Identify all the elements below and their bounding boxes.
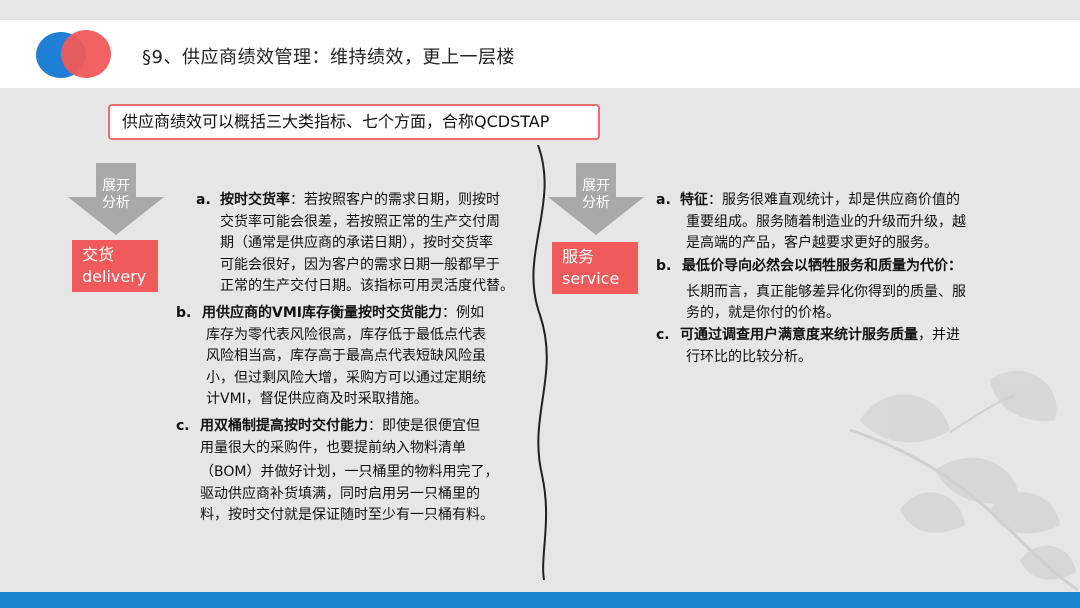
item-label: c. — [176, 418, 190, 434]
item-line: 正常的生产交付日期。该指标可用灵活度代替。 — [220, 278, 514, 294]
item-line: 风险相当高，库存高于最高点代表短缺风险虽 — [206, 348, 486, 364]
arrow-text-line-2: 分析 — [102, 195, 130, 211]
item-line: 是高端的产品，客户越要求更好的服务。 — [686, 235, 938, 251]
arrow-text-line-1: 展开 — [582, 178, 610, 194]
item-line: 可能会很好，因为客户的需求日期一般都早于 — [220, 256, 500, 273]
service-item-b: b. 最低价导向必然会以牺牲服务和质量为代价： 长期而言，真正能够差异化你得到的… — [656, 256, 1016, 325]
tag-service: 服务 service — [552, 242, 638, 294]
item-line: 交货率可能会很差，若按照正常的生产交付周 — [220, 213, 500, 230]
item-label: b. — [656, 258, 672, 274]
expand-analysis-left-text: 展开 分析 — [96, 178, 136, 212]
logo-circle-red — [61, 30, 111, 78]
top-band — [0, 0, 1080, 20]
tag-line-1: 交货 — [82, 245, 115, 264]
item-line: 按时交货率：若按照客户的需求日期，则按时 — [220, 192, 500, 208]
item-line: 库存为零代表风险很高，库存低于最低点代表 — [206, 326, 486, 343]
item-line: 最低价导向必然会以牺牲服务和质量为代价： — [682, 258, 962, 274]
arrow-text-line-2: 分析 — [582, 195, 610, 211]
item-line: 小，但过剩风险大增，采购方可以通过定期统 — [206, 369, 486, 386]
service-item-a: a. 特征：服务很难直观统计，却是供应商价值的 重要组成。服务随着制造业的升级而… — [656, 190, 1016, 255]
item-line: 务的，就是你付的价格。 — [686, 305, 840, 321]
item-label: a. — [196, 192, 211, 208]
delivery-item-a: a. 按时交货率：若按照客户的需求日期，则按时 交货率可能会很差，若按照正常的生… — [196, 190, 536, 298]
tag-line-1: 服务 — [562, 247, 595, 266]
item-line: （BOM）并做好计划，一只桶里的物料用完了， — [200, 464, 499, 480]
item-label: b. — [176, 305, 192, 321]
item-label: c. — [656, 327, 670, 343]
item-line: 长期而言，真正能够差异化你得到的质量、服 — [686, 283, 966, 300]
item-line: 期（通常是供应商的承诺日期），按时交货率 — [220, 235, 493, 251]
bottom-bar — [0, 592, 1080, 608]
delivery-item-b: b. 用供应商的VMI库存衡量按时交货能力：例如 库存为零代表风险很高，库存低于… — [176, 303, 536, 411]
expand-analysis-right-text: 展开 分析 — [576, 178, 616, 212]
decorative-leaf-icon — [849, 370, 1079, 592]
tag-delivery: 交货 delivery — [72, 240, 158, 292]
slide-title: §9、供应商绩效管理：维持绩效，更上一层楼 — [142, 47, 515, 68]
tag-line-2: service — [562, 269, 620, 288]
arrow-text-line-1: 展开 — [102, 178, 130, 194]
item-line: 计VMI，督促供应商及时采取措施。 — [206, 391, 428, 407]
item-line: 重要组成。服务随着制造业的升级而升级，越 — [686, 213, 966, 230]
delivery-item-c: c. 用双桶制提高按时交付能力：即使是很便宜但 用量很大的采购件，也要提前纳入物… — [176, 416, 538, 527]
item-line: 料，按时交付就是保证随时至少有一只桶有料。 — [200, 507, 494, 523]
item-line: 驱动供应商补货填满，同时启用另一只桶里的 — [200, 485, 480, 502]
item-line: 用供应商的VMI库存衡量按时交货能力：例如 — [202, 305, 484, 321]
item-label: a. — [656, 192, 671, 208]
item-line: 用双桶制提高按时交付能力：即使是很便宜但 — [200, 418, 480, 434]
item-line: 可通过调查用户满意度来统计服务质量，并进 — [680, 327, 960, 343]
summary-box: 供应商绩效可以概括三大类指标、七个方面，合称QCDSTAP — [108, 104, 600, 140]
item-line: 用量很大的采购件，也要提前纳入物料清单 — [200, 439, 466, 456]
tag-line-2: delivery — [82, 267, 147, 286]
item-line: 特征：服务很难直观统计，却是供应商价值的 — [680, 192, 960, 208]
